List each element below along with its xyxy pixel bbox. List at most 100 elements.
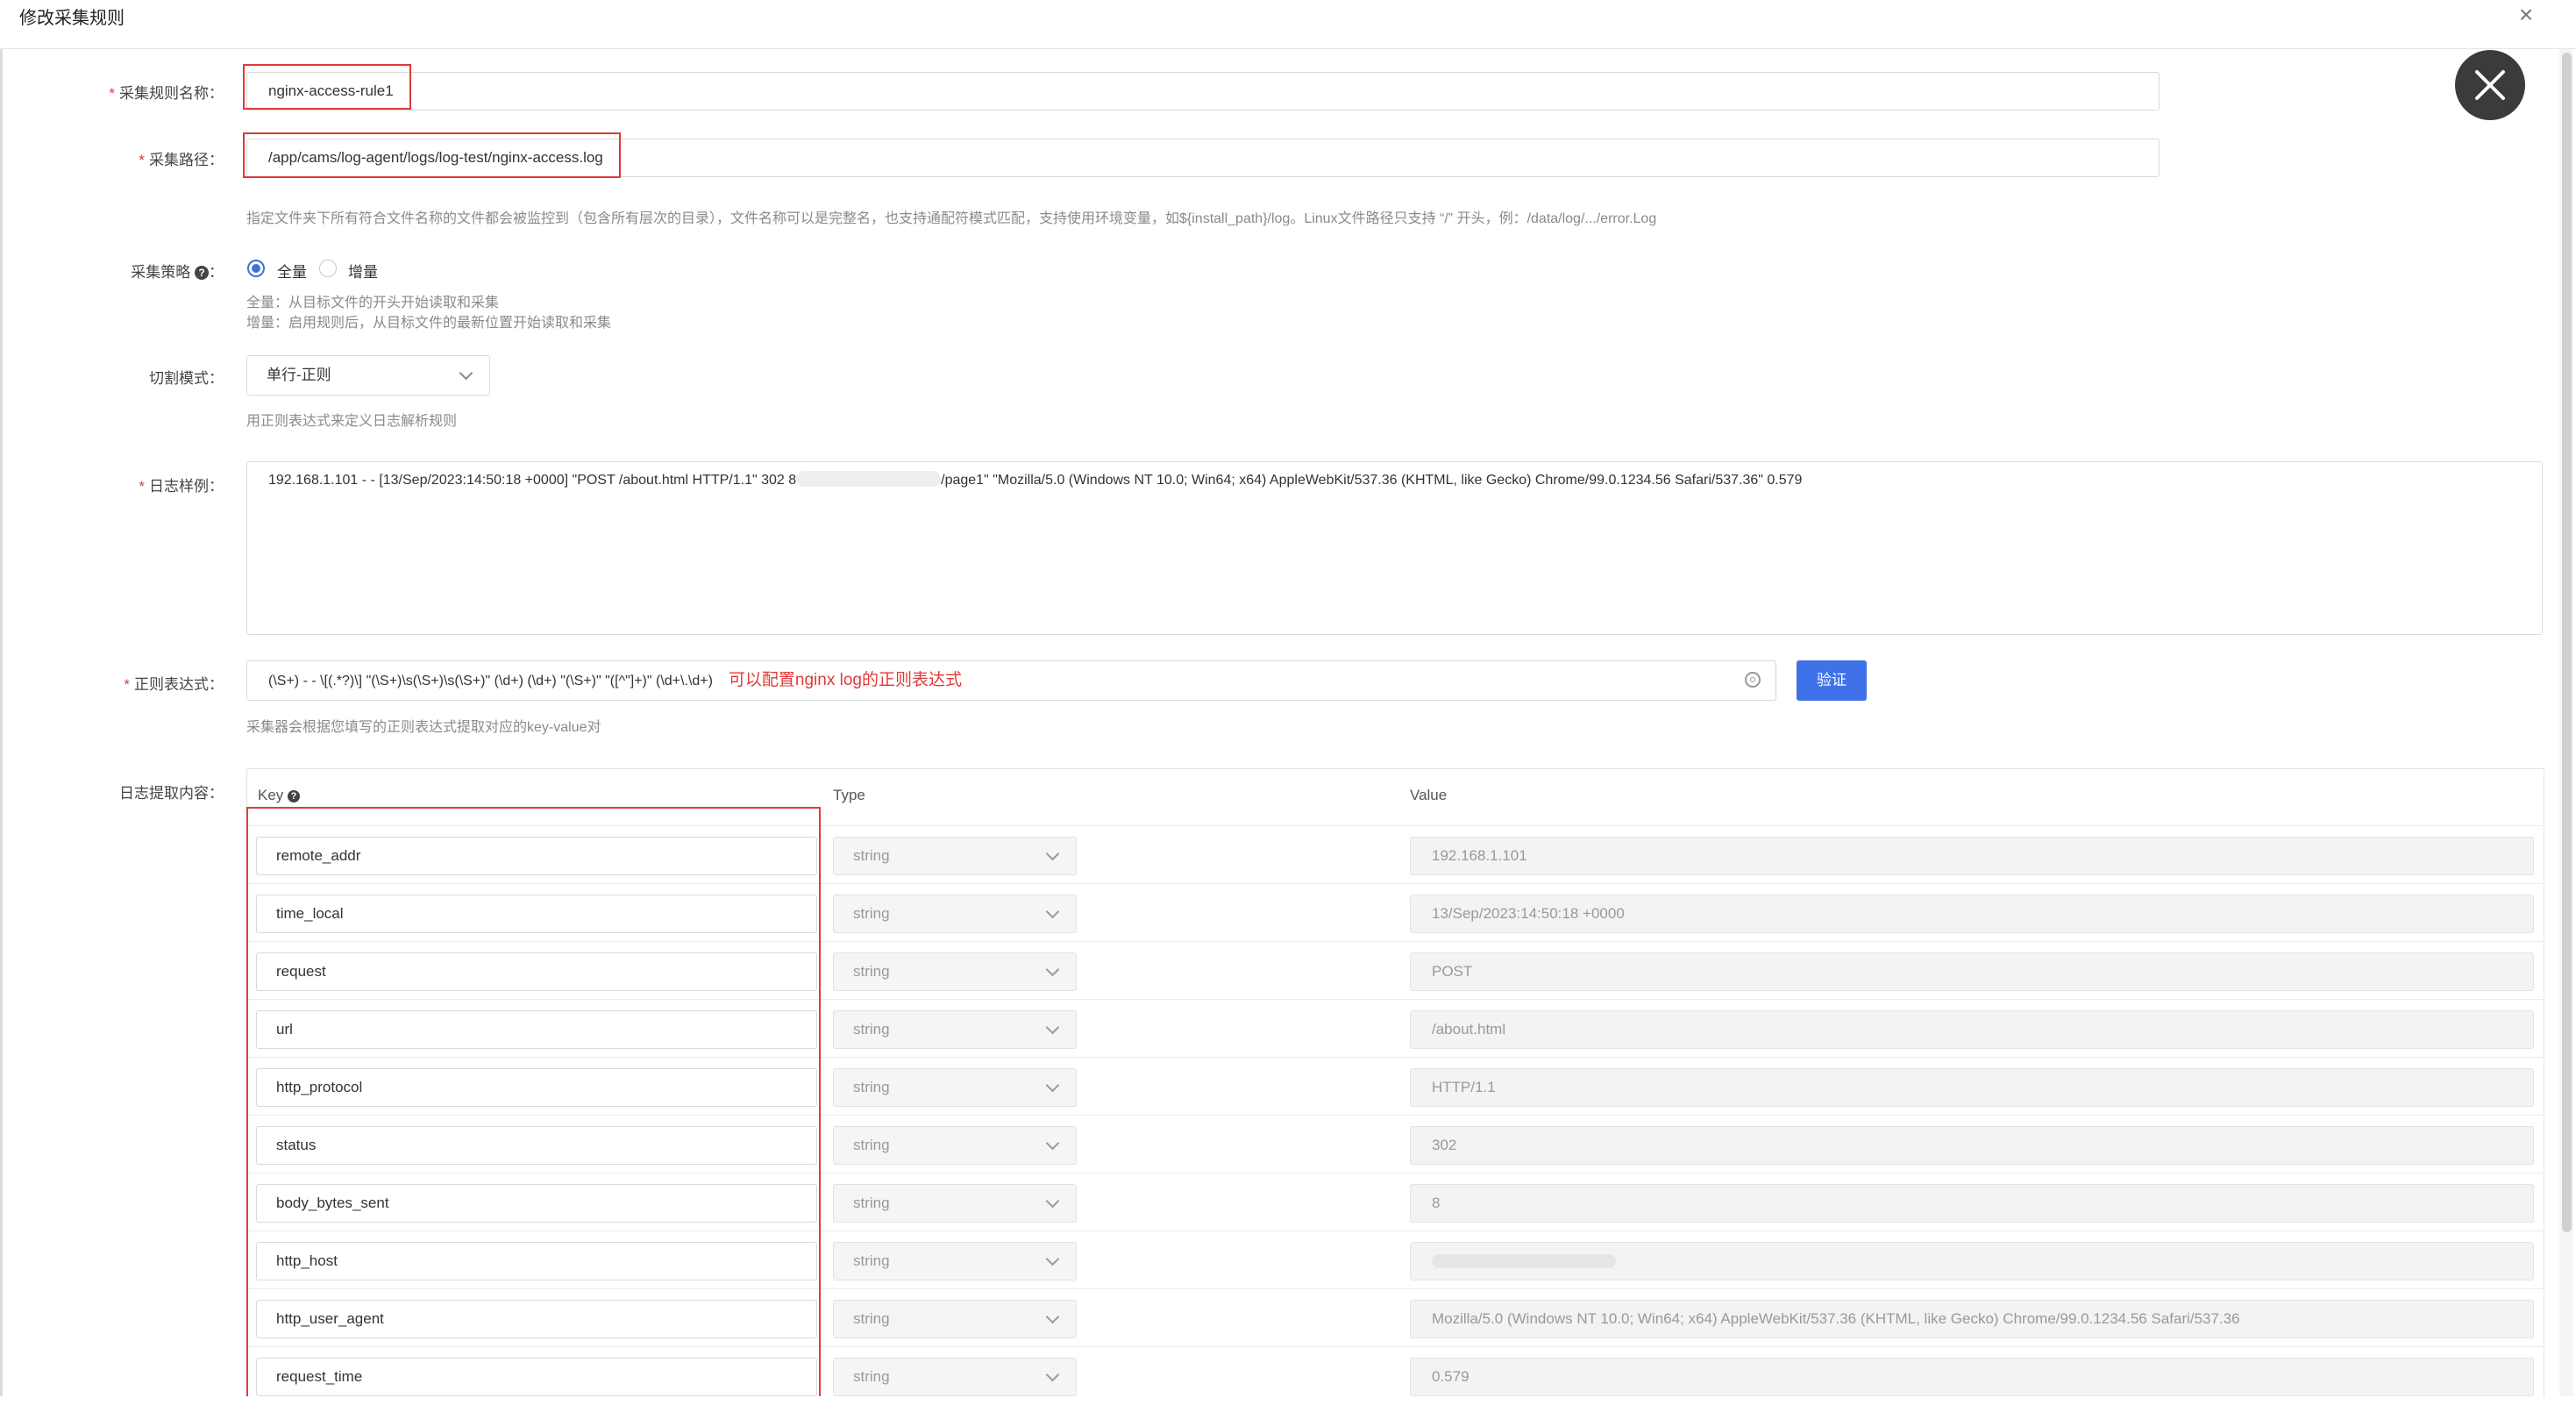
radio-incremental-label[interactable]: 增量 — [348, 260, 378, 282]
type-value: string — [853, 847, 890, 864]
edit-rule-dialog: 修改采集规则 × * 采集规则名称： nginx-access-rule1 * 采集… — [0, 0, 2576, 1397]
chevron-down-icon — [1045, 1367, 1060, 1382]
chevron-down-icon — [1045, 1252, 1060, 1266]
table-row: time_local string 13/Sep/2023:14:50:18 +00… — [247, 883, 2544, 942]
key-input[interactable]: remote_addr — [256, 837, 817, 875]
type-select[interactable]: string — [833, 1358, 1077, 1396]
chevron-down-icon — [1045, 1309, 1060, 1324]
type-value: string — [853, 1195, 890, 1211]
radio-incremental[interactable] — [319, 260, 337, 277]
chevron-down-icon — [1045, 904, 1060, 919]
split-mode-label: 切割模式： — [149, 370, 224, 387]
path-input[interactable]: /app/cams/log-agent/logs/log-test/nginx-… — [246, 139, 2160, 177]
value-input: 13/Sep/2023:14:50:18 +0000 — [1410, 895, 2534, 933]
type-select[interactable]: string — [833, 952, 1077, 991]
type-select[interactable]: string — [833, 1010, 1077, 1049]
value-input: HTTP/1.1 — [1410, 1068, 2534, 1107]
rule-name-input[interactable]: nginx-access-rule1 — [246, 72, 2160, 111]
table-row: status string 302 — [247, 1115, 2544, 1173]
type-select[interactable]: string — [833, 1184, 1077, 1223]
path-label: * 采集路径： — [139, 152, 224, 168]
table-row: http_user_agent string Mozilla/5.0 (Window… — [247, 1288, 2544, 1347]
strategy-hint-full: 全量：从目标文件的开头开始读取和采集 — [246, 296, 500, 310]
split-mode-value: 单行-正则 — [267, 367, 331, 383]
chevron-down-icon — [1045, 1136, 1060, 1151]
table-row: url string/about.html — [247, 999, 2544, 1058]
help-icon[interactable]: ? — [288, 790, 301, 802]
split-mode-select[interactable]: 单行-正则 — [246, 355, 490, 396]
chevron-down-icon — [1045, 1194, 1060, 1209]
value-input: 302 — [1410, 1126, 2534, 1165]
regex-hint: 采集器会根据您填写的正则表达式提取对应的key-value对 — [246, 720, 601, 735]
close-icon — [2475, 70, 2505, 100]
value-input: 0.579 — [1410, 1358, 2534, 1396]
col-value-header: Value — [1410, 787, 1448, 803]
key-input[interactable]: http_user_agent — [256, 1300, 817, 1338]
type-select[interactable]: string — [833, 1126, 1077, 1165]
value-input: 8 — [1410, 1184, 2534, 1223]
value-input: /about.html — [1410, 1010, 2534, 1049]
dialog-header: 修改采集规则 × — [0, 0, 2576, 49]
redacted-host — [796, 471, 942, 487]
type-value: string — [853, 905, 890, 922]
type-select[interactable]: string — [833, 1242, 1077, 1280]
key-input[interactable]: status — [256, 1126, 817, 1165]
value-input: POST — [1410, 952, 2534, 991]
left-border — [0, 49, 3, 1396]
type-select[interactable]: string — [833, 895, 1077, 933]
type-value: string — [853, 1310, 890, 1327]
path-hint: 指定文件夹下所有符合文件名称的文件都会被监控到（包含所有层次的目录），文件名称可… — [246, 211, 1657, 226]
key-input[interactable]: http_protocol — [256, 1068, 817, 1107]
chevron-down-icon — [1045, 846, 1060, 861]
split-mode-hint: 用正则表达式来定义日志解析规则 — [246, 414, 458, 429]
strategy-label: 采集策略 ?： — [131, 264, 224, 281]
scrollbar-thumb[interactable] — [2562, 53, 2572, 1232]
regex-label: * 正则表达式： — [124, 676, 224, 693]
regex-annotation: 可以配置nginx log的正则表达式 — [728, 671, 962, 689]
value-input: Mozilla/5.0 (Windows NT 10.0; Win64; x64… — [1410, 1300, 2534, 1338]
overlay-close-button[interactable] — [2455, 50, 2525, 120]
radio-full[interactable] — [247, 260, 265, 277]
type-value: string — [853, 963, 890, 980]
key-input[interactable]: time_local — [256, 895, 817, 933]
strategy-hint-incremental: 增量：启用规则后，从目标文件的最新位置开始读取和采集 — [246, 316, 612, 331]
radio-full-label[interactable]: 全量 — [277, 260, 307, 282]
key-input[interactable]: request — [256, 952, 817, 991]
key-input[interactable]: http_host — [256, 1242, 817, 1280]
table-row: remote_addr string 192.168.1.101 — [247, 825, 2544, 884]
extract-table: Key ? Type Value remote_addr string 192.16… — [246, 768, 2544, 1397]
value-input — [1410, 1242, 2534, 1280]
chevron-down-icon — [1045, 1020, 1060, 1035]
key-input[interactable]: request_time — [256, 1358, 817, 1396]
table-row: http_host string — [247, 1230, 2544, 1289]
value-input: 192.168.1.101 — [1410, 837, 2534, 875]
log-sample-textarea[interactable]: 192.168.1.101 - - [13/Sep/2023:14:50:18 … — [246, 461, 2543, 635]
type-value: string — [853, 1021, 890, 1038]
chevron-down-icon — [459, 366, 473, 381]
table-row: body_bytes_sent string 8 — [247, 1173, 2544, 1231]
close-icon[interactable]: × — [2513, 2, 2539, 28]
dialog-title: 修改采集规则 — [19, 9, 125, 28]
redacted-value — [1432, 1254, 1616, 1268]
chevron-down-icon — [1045, 962, 1060, 977]
help-icon[interactable]: ? — [195, 266, 209, 280]
clear-icon[interactable] — [1745, 672, 1761, 688]
type-value: string — [853, 1079, 890, 1095]
regex-input[interactable]: (\S+) - - \[(.*?)\] "(\S+)\s(\S+)\s(\S+)… — [246, 660, 1776, 701]
col-type-header: Type — [833, 787, 865, 803]
rule-name-label: * 采集规则名称： — [109, 85, 224, 102]
type-value: string — [853, 1137, 890, 1153]
verify-button[interactable]: 验证 — [1797, 660, 1867, 701]
chevron-down-icon — [1045, 1078, 1060, 1093]
log-sample-label: * 日志样例： — [139, 478, 224, 495]
col-key-header: Key ? — [258, 787, 301, 804]
type-value: string — [853, 1252, 890, 1269]
type-select[interactable]: string — [833, 1300, 1077, 1338]
key-input[interactable]: url — [256, 1010, 817, 1049]
table-row: http_protocol string HTTP/1.1 — [247, 1057, 2544, 1116]
type-value: string — [853, 1368, 890, 1385]
type-select[interactable]: string — [833, 1068, 1077, 1107]
table-row: request string POST — [247, 941, 2544, 1000]
type-select[interactable]: string — [833, 837, 1077, 875]
key-input[interactable]: body_bytes_sent — [256, 1184, 817, 1223]
